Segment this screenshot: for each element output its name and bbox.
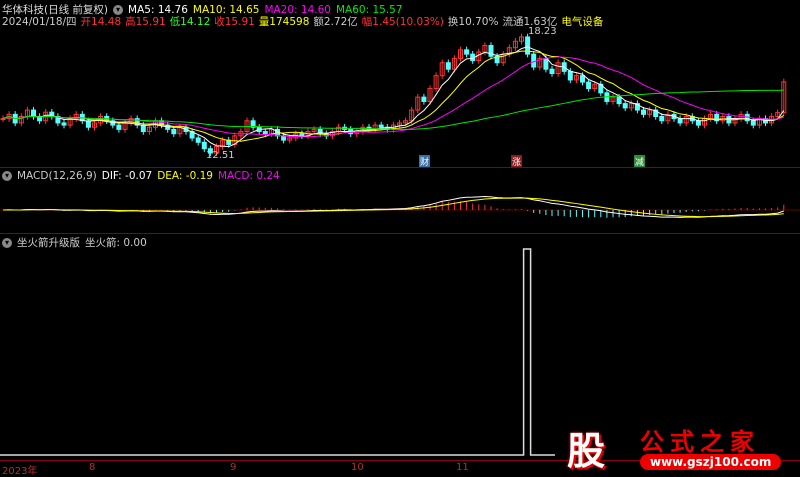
axis-label-month: 10 — [351, 462, 364, 473]
rocket-header: ▾ 坐火箭升级版 坐火箭: 0.00 — [2, 235, 147, 250]
dea-line — [2, 197, 784, 218]
candle-body — [616, 96, 622, 105]
candle-body — [464, 49, 470, 55]
watermark-logo: 股 — [567, 429, 606, 473]
chevron-down-icon[interactable]: ▾ — [2, 171, 12, 181]
low-price-label: 12.51 — [206, 150, 235, 161]
candle-body — [195, 137, 201, 143]
high-price-label: 18.23 — [528, 26, 557, 37]
macd-title: MACD(12,26,9) — [17, 170, 97, 182]
candle-body — [750, 120, 756, 126]
panel-divider — [0, 233, 800, 234]
candle-body — [641, 109, 646, 115]
panel-divider — [0, 167, 800, 168]
dif-label: DIF: -0.07 — [101, 170, 153, 182]
rocket-title: 坐火箭升级版 — [17, 237, 80, 249]
candle-body — [262, 131, 268, 135]
volume-label: 量174598 — [258, 16, 310, 28]
axis-label-month: 8 — [89, 462, 96, 473]
date-label: 2024/01/18/四 — [2, 16, 77, 28]
sector-label[interactable]: 电气设备 — [561, 14, 603, 29]
axis-label-year: 2023年 — [2, 466, 38, 477]
high-label: 高15.91 — [125, 16, 166, 28]
watermark-url: www.gszj100.com — [640, 454, 782, 470]
candle-body — [299, 133, 305, 137]
rocket-signal-line — [0, 248, 555, 456]
candle-body — [421, 96, 427, 102]
rocket-value: 坐火箭: 0.00 — [85, 237, 147, 249]
axis-label-month: 9 — [230, 462, 237, 473]
candle-body — [488, 45, 494, 57]
candle-body — [549, 68, 555, 74]
candle-body — [171, 128, 177, 135]
macd-value-label: MACD: 0.24 — [217, 170, 280, 182]
candle-body — [116, 124, 122, 130]
dif-line — [2, 195, 784, 218]
macd-header: ▾ MACD(12,26,9) DIF: -0.07 DEA: -0.19 MA… — [2, 170, 280, 182]
candle-body — [61, 122, 67, 126]
chevron-down-icon[interactable]: ▾ — [113, 4, 124, 15]
candle-body — [531, 53, 537, 68]
axis-label-month: 11 — [456, 462, 469, 473]
candle-body — [31, 109, 36, 117]
price-header-row2: 2024/01/18/四 开14.48 高15.91 低14.12 收15.91… — [2, 14, 603, 29]
candle-body — [567, 70, 573, 81]
open-label: 开14.48 — [80, 16, 122, 28]
candle-body — [586, 81, 592, 90]
candle-body — [695, 120, 701, 126]
watermark-name: 公式之家 — [640, 428, 760, 456]
turnover-label: 换10.70% — [447, 16, 499, 28]
watermark: 股 公式之家 www.gszj100.com — [555, 418, 800, 474]
candle-body — [0, 118, 6, 121]
change-label: 幅1.45(10.03%) — [361, 16, 444, 28]
amount-label: 额2.72亿 — [313, 16, 358, 28]
dea-label: DEA: -0.19 — [157, 170, 213, 182]
candle-body — [201, 141, 207, 150]
candle-body — [445, 62, 451, 70]
low-label: 低14.12 — [169, 16, 211, 28]
candle-body — [677, 118, 683, 124]
candle-body — [580, 75, 585, 83]
candle-body — [659, 115, 665, 122]
chevron-down-icon[interactable]: ▾ — [2, 237, 12, 248]
close-label: 收15.91 — [214, 16, 255, 28]
candle-body — [622, 103, 628, 109]
candle-body — [543, 57, 549, 70]
candle-body — [85, 120, 91, 128]
candle-body — [378, 124, 384, 128]
candle-body — [140, 124, 146, 133]
